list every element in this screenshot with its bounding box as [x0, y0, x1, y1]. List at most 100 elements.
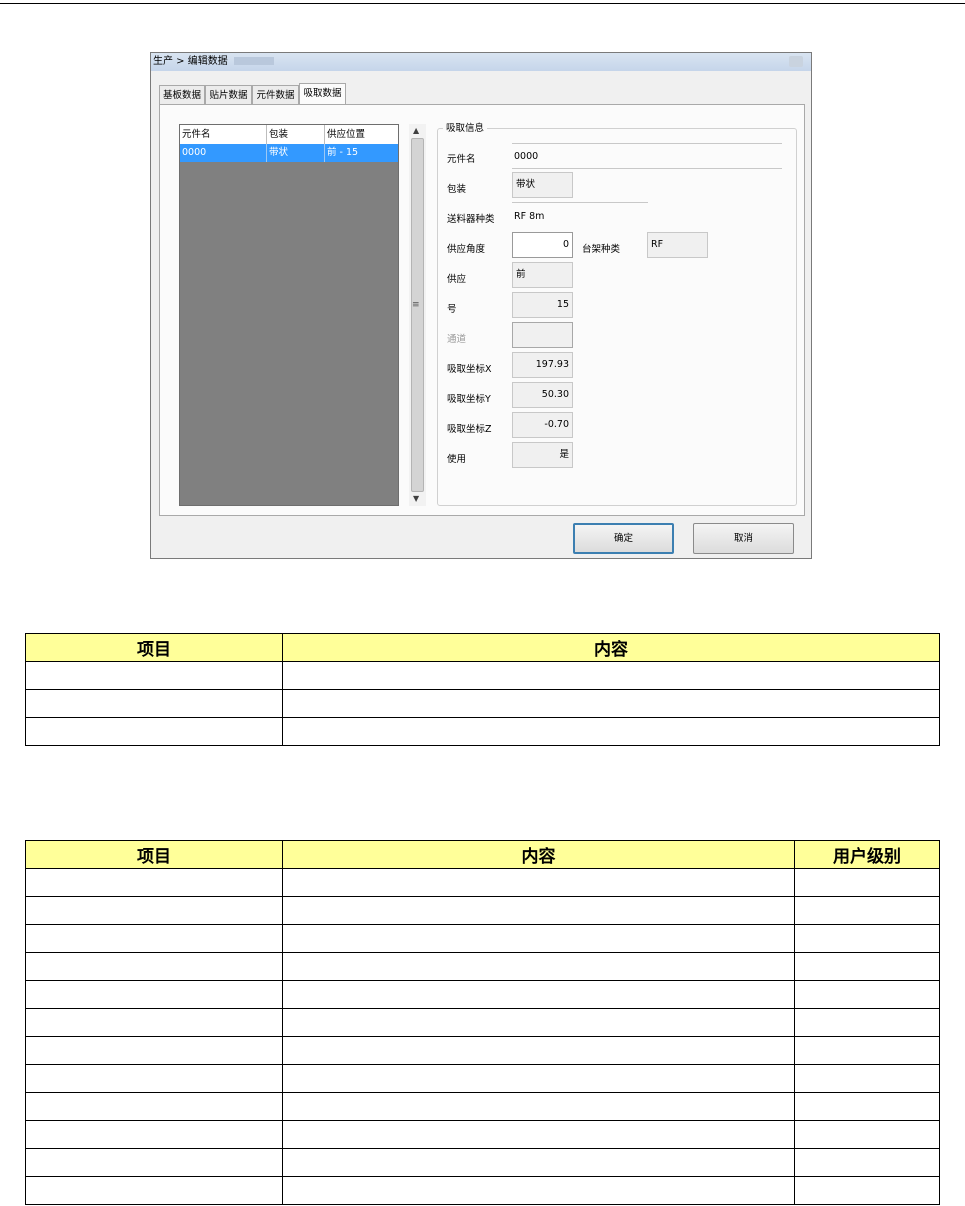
col-supply-position[interactable]: 供应位置	[325, 125, 398, 144]
table-cell	[25, 1092, 283, 1121]
table-cell	[794, 980, 940, 1009]
tab-board-data[interactable]: 基板数据	[159, 85, 205, 105]
edit-data-dialog: 生产 > 编辑数据 基板数据 贴片数据 元件数据 吸取数据 元件名 包装 供应位…	[150, 52, 812, 559]
label-pick-z: 吸取坐标Z	[447, 424, 492, 435]
table-row	[25, 717, 940, 746]
header-content: 内容	[282, 840, 795, 869]
cancel-button[interactable]: 取消	[693, 523, 794, 554]
table-cell	[25, 924, 283, 953]
table-cell	[282, 896, 795, 925]
table-items-content-level: 项目 内容 用户级别	[25, 840, 940, 1205]
dialog-title: 生产 > 编辑数据	[153, 56, 228, 67]
table-cell	[25, 1064, 283, 1093]
pick-info-title: 吸取信息	[443, 120, 488, 134]
value-supply: 前	[512, 262, 573, 288]
table-cell	[282, 1008, 795, 1037]
table-body	[25, 661, 940, 746]
value-pick-z: -0.70	[512, 412, 573, 438]
part-list-header: 元件名 包装 供应位置	[180, 125, 398, 145]
table-row	[25, 689, 940, 718]
header-content: 内容	[282, 633, 940, 662]
label-supply-angle: 供应角度	[447, 244, 486, 255]
value-pick-y: 50.30	[512, 382, 573, 408]
table-cell	[25, 980, 283, 1009]
label-part-name: 元件名	[447, 154, 476, 165]
list-scrollbar[interactable]: ▲ ≡ ▼	[409, 124, 426, 506]
table-cell	[282, 717, 940, 746]
pick-info-group	[437, 128, 797, 506]
part-list[interactable]: 元件名 包装 供应位置 0000 带状 前 - 15	[179, 124, 399, 506]
table-cell	[282, 1064, 795, 1093]
value-use: 是	[512, 442, 573, 468]
scroll-down-icon[interactable]: ▼	[413, 494, 419, 503]
table-cell	[25, 1008, 283, 1037]
header-item: 项目	[25, 633, 283, 662]
table-cell	[794, 896, 940, 925]
header-user-level: 用户级别	[794, 840, 940, 869]
table-row	[25, 1008, 940, 1037]
table-row	[25, 1120, 940, 1149]
close-icon[interactable]	[789, 56, 803, 67]
part-name-field-bottom	[512, 168, 782, 169]
label-supply: 供应	[447, 274, 467, 285]
label-number: 号	[447, 304, 457, 315]
scroll-thumb[interactable]	[411, 138, 424, 492]
table-header-row: 项目 内容 用户级别	[25, 840, 940, 869]
table-items-content: 项目 内容	[25, 633, 940, 746]
table-cell	[25, 717, 283, 746]
scroll-grip-icon: ≡	[412, 300, 420, 310]
table-header-row: 项目 内容	[25, 633, 940, 662]
col-part-name[interactable]: 元件名	[180, 125, 267, 144]
table-row	[25, 1064, 940, 1093]
col-packaging[interactable]: 包装	[267, 125, 325, 144]
table-row	[25, 896, 940, 925]
table-body	[25, 868, 940, 1205]
label-track: 通道	[447, 334, 467, 345]
table-cell	[282, 1092, 795, 1121]
list-item[interactable]: 0000 带状 前 - 15	[180, 144, 398, 162]
table-cell	[794, 1064, 940, 1093]
table-cell	[25, 1148, 283, 1177]
table-cell	[794, 1036, 940, 1065]
table-cell	[25, 1120, 283, 1149]
table-row	[25, 980, 940, 1009]
table-cell	[25, 1036, 283, 1065]
header-item: 项目	[25, 840, 283, 869]
table-cell	[282, 1176, 795, 1205]
table-cell	[282, 661, 940, 690]
table-cell	[794, 1176, 940, 1205]
pick-data-panel: 元件名 包装 供应位置 0000 带状 前 - 15 ▲ ≡ ▼ 吸取信息 元件…	[159, 104, 805, 516]
table-cell	[25, 952, 283, 981]
label-feeder-type: 送料器种类	[447, 214, 495, 225]
table-cell	[25, 1176, 283, 1205]
tab-placement-data[interactable]: 贴片数据	[205, 85, 252, 105]
table-cell	[794, 1120, 940, 1149]
ok-button[interactable]: 确定	[573, 523, 674, 554]
label-pick-y: 吸取坐标Y	[447, 394, 491, 405]
tab-pick-data[interactable]: 吸取数据	[299, 83, 346, 106]
table-cell	[25, 661, 283, 690]
table-row	[25, 661, 940, 690]
table-row	[25, 1092, 940, 1121]
tab-part-data[interactable]: 元件数据	[252, 85, 299, 105]
page-top-rule	[0, 3, 965, 4]
table-cell	[794, 1092, 940, 1121]
table-cell	[25, 689, 283, 718]
label-cart-type: 台架种类	[582, 244, 621, 255]
value-pick-x: 197.93	[512, 352, 573, 378]
label-pick-x: 吸取坐标X	[447, 364, 492, 375]
value-number: 15	[512, 292, 573, 318]
table-row	[25, 868, 940, 897]
table-cell	[25, 868, 283, 897]
scroll-up-icon[interactable]: ▲	[413, 126, 419, 135]
row-packaging: 带状	[267, 144, 325, 162]
feeder-field-top	[512, 202, 648, 203]
table-cell	[282, 952, 795, 981]
table-cell	[794, 868, 940, 897]
table-cell	[282, 1148, 795, 1177]
table-row	[25, 924, 940, 953]
supply-angle-input[interactable]: 0	[512, 232, 573, 258]
value-cart-type: RF	[647, 232, 708, 258]
table-row	[25, 1148, 940, 1177]
table-row	[25, 952, 940, 981]
